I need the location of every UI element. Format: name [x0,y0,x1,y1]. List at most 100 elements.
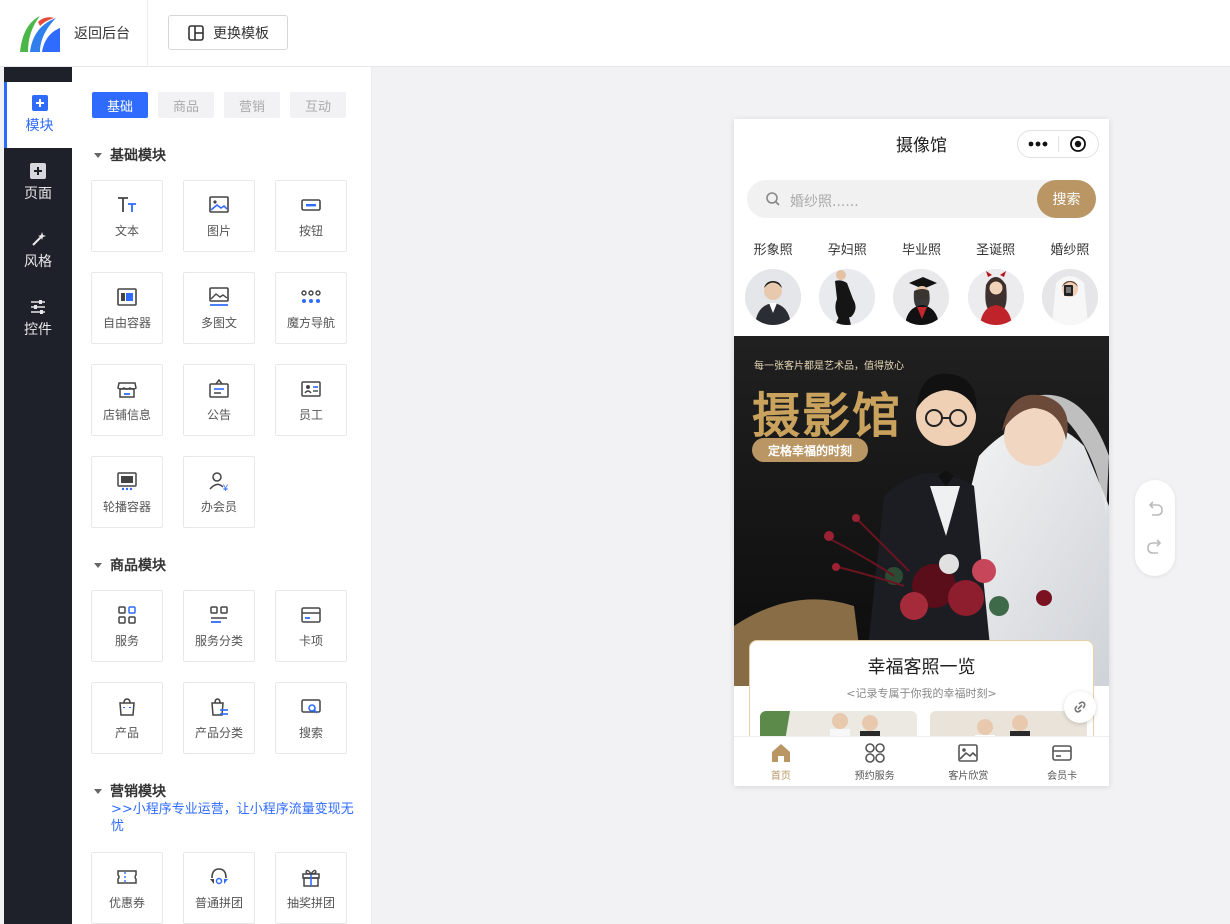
module-text[interactable]: 文本 [91,180,163,252]
category-label: 毕业照 [901,243,941,258]
marketing-promo-link[interactable]: >>小程序专业运营，让小程序流量变现无忧 [111,801,361,835]
module-search[interactable]: 搜索 [275,682,347,754]
tab-interaction[interactable]: 互动 [290,92,346,118]
module-free-container[interactable]: 自由容器 [91,272,163,344]
category-portrait[interactable]: 形象照 [742,239,804,325]
tab-member-card[interactable]: 会员卡 [1015,737,1109,786]
section-title-text: 商品模块 [110,558,166,574]
module-group-buy[interactable]: 普通拼团 [183,852,255,924]
rail-item-controls[interactable]: 控件 [4,286,72,352]
change-template-button[interactable]: 更换模板 [168,15,288,50]
category-maternity[interactable]: 孕妇照 [816,239,878,325]
home-icon [771,743,790,762]
link-float-button[interactable] [1064,691,1096,723]
service-category-icon [210,605,228,623]
tab-label: 会员卡 [1047,770,1078,782]
phone-preview[interactable]: 摄像馆 婚纱照...... 搜索 形象照 孕妇照 毕业照 圣诞照 婚纱照 每一张… [734,119,1109,786]
hero-banner[interactable]: 每一张客片都是艺术品，值得放心 摄影馆 定格幸福的时刻 [734,336,1109,686]
image-icon [958,743,979,762]
rail-item-label: 模块 [25,118,54,134]
group-buy-icon [210,867,228,884]
module-staff[interactable]: 员工 [275,364,347,436]
module-label: 自由容器 [102,315,151,330]
tab-goods[interactable]: 商品 [158,92,214,118]
module-label: 办会员 [200,499,237,514]
module-label: 文本 [114,223,139,238]
module-coupon[interactable]: 优惠券 [91,852,163,924]
bottom-tab-bar: 首页 预约服务 客片欣赏 会员卡 [734,736,1109,786]
button-icon [301,198,321,211]
category-wedding[interactable]: 婚纱照 [1039,239,1101,325]
back-to-admin-link[interactable]: 返回后台 [74,23,130,43]
module-button[interactable]: 按钮 [275,180,347,252]
more-dots-button[interactable] [1018,131,1058,157]
rail-item-modules[interactable]: 模块 [4,82,72,148]
magic-wand-icon [32,232,46,246]
tab-marketing[interactable]: 营销 [224,92,280,118]
tab-gallery[interactable]: 客片欣赏 [922,737,1016,786]
search-button[interactable]: 搜索 [1037,180,1096,218]
module-card-item[interactable]: 卡项 [275,590,347,662]
basic-module-grid: 文本 图片 按钮 自由容器 多图文 魔方导航 店铺信息 公告 员工 轮播容器 ¥… [91,180,347,528]
module-image[interactable]: 图片 [183,180,255,252]
module-panel: 基础 商品 营销 互动 基础模块 文本 图片 按钮 自由容器 多图文 魔方导航 … [72,67,372,924]
module-label: 按钮 [298,223,323,238]
module-label: 抽奖拼团 [286,895,335,910]
module-label: 产品 [114,725,139,740]
rail-item-style[interactable]: 风格 [4,218,72,284]
coupon-icon [117,869,137,884]
module-service-category[interactable]: 服务分类 [183,590,255,662]
search-box-icon [301,698,321,714]
section-marketing-title[interactable]: 营销模块 [94,781,166,801]
tab-booking[interactable]: 预约服务 [828,737,922,786]
module-label: 多图文 [200,315,237,330]
category-graduation[interactable]: 毕业照 [890,239,952,325]
gift-icon [302,869,320,887]
banner-headline: 摄影馆 [752,388,903,444]
module-label: 店铺信息 [102,407,151,422]
rail-item-pages[interactable]: 页面 [4,150,72,216]
tab-basic[interactable]: 基础 [92,92,148,118]
store-icon [117,381,137,398]
category-label: 圣诞照 [976,243,1016,258]
gallery-title: 幸福客照一览 [867,657,976,678]
card-icon [1052,744,1072,761]
tab-label: 客片欣赏 [948,770,989,782]
close-target-button[interactable] [1058,131,1098,157]
layout-icon [188,24,204,41]
module-membership[interactable]: ¥ 办会员 [183,456,255,528]
module-label: 公告 [206,407,231,422]
banner-tagline: 每一张客片都是艺术品，值得放心 [754,361,904,372]
section-basic-title[interactable]: 基础模块 [94,145,166,165]
category-christmas[interactable]: 圣诞照 [965,239,1027,325]
link-icon [1074,701,1086,713]
service-grid-icon [118,605,136,624]
section-goods-title[interactable]: 商品模块 [94,555,166,575]
module-cube-nav[interactable]: 魔方导航 [275,272,347,344]
module-multi-image-text[interactable]: 多图文 [183,272,255,344]
mini-program-capsule [1017,130,1099,158]
search-bar[interactable]: 婚纱照...... 搜索 [747,180,1096,218]
undo-icon[interactable] [1146,500,1164,518]
gallery-subtitle: <记录专属于你我的幸福时刻> [846,687,997,700]
module-service[interactable]: 服务 [91,590,163,662]
module-carousel-container[interactable]: 轮播容器 [91,456,163,528]
top-bar: 返回后台 更换模板 [0,0,1230,67]
brand-logo-icon [20,16,60,52]
collapse-triangle-icon [94,152,102,158]
module-lottery-group[interactable]: 抽奖拼团 [275,852,347,924]
module-label: 魔方导航 [286,315,335,330]
module-product-category[interactable]: 产品分类 [183,682,255,754]
module-product[interactable]: 产品 [91,682,163,754]
category-avatar [819,269,876,325]
redo-icon[interactable] [1146,538,1164,556]
module-label: 普通拼团 [194,895,243,910]
module-notice[interactable]: 公告 [183,364,255,436]
module-store-info[interactable]: 店铺信息 [91,364,163,436]
tab-home[interactable]: 首页 [734,737,828,786]
module-label: 优惠券 [108,895,145,910]
notice-icon [209,378,229,398]
module-label: 产品分类 [194,725,243,740]
page-plus-icon [30,163,46,179]
search-placeholder: 婚纱照...... [790,194,859,210]
